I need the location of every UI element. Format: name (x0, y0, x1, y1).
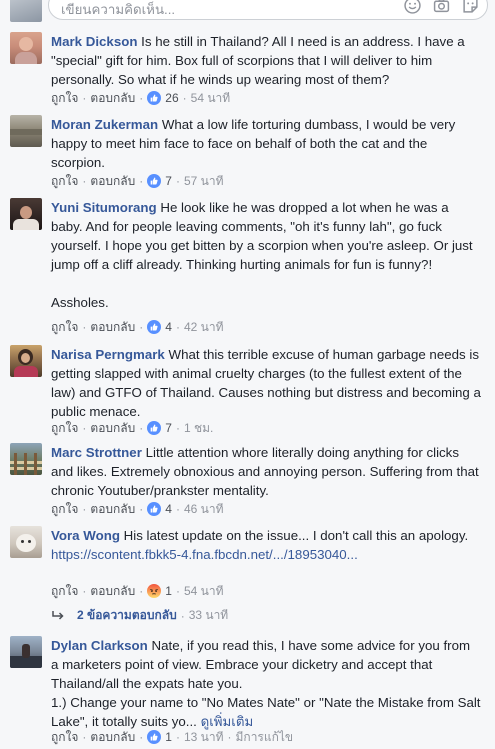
avatar[interactable] (10, 345, 42, 377)
reaction-summary[interactable]: 1 (147, 584, 172, 598)
comment-text: His latest update on the issue... I don'… (123, 528, 469, 543)
like-link[interactable]: ถูกใจ (51, 728, 78, 747)
reply-link[interactable]: ตอบกลับ (90, 728, 135, 747)
avatar[interactable] (10, 198, 42, 230)
comment-author[interactable]: Dylan Clarkson (51, 638, 148, 653)
reaction-summary[interactable]: 4 (147, 320, 172, 334)
like-link[interactable]: ถูกใจ (51, 582, 78, 601)
comment-actions: ถูกใจ · ตอบกลับ · 4 · 42 นาที (51, 318, 224, 336)
reaction-count: 1 (165, 584, 172, 598)
comment-body: Marc Strottner Little attention whore li… (51, 443, 481, 500)
like-link[interactable]: ถูกใจ (51, 318, 78, 337)
like-reaction-icon (147, 502, 162, 516)
avatar[interactable] (10, 115, 42, 147)
avatar[interactable] (10, 526, 42, 558)
comment-actions: ถูกใจ · ตอบกลับ · 26 · 54 นาที (51, 89, 230, 107)
edited-label[interactable]: มีการแก้ไข (236, 728, 294, 747)
avatar[interactable] (10, 32, 42, 64)
composer-icon-group (404, 0, 479, 14)
reaction-summary[interactable]: 1 (147, 730, 172, 744)
like-link[interactable]: ถูกใจ (51, 419, 78, 438)
reaction-count: 26 (165, 91, 179, 105)
comment-actions: ถูกใจ · ตอบกลับ · 1 · 13 นาที · มีการแก้ไข (51, 728, 293, 746)
replies-count-label[interactable]: 2 ข้อความตอบกลับ (77, 606, 177, 625)
comment-author[interactable]: Yuni Situmorang (51, 200, 157, 215)
comment-body: Dylan Clarkson Nate, if you read this, I… (51, 636, 481, 731)
comment-body: Vora Wong His latest update on the issue… (51, 526, 481, 564)
reaction-count: 7 (165, 174, 172, 188)
reaction-summary[interactable]: 26 (147, 91, 179, 105)
comment-author[interactable]: Mark Dickson (51, 34, 137, 49)
comment-author[interactable]: Vora Wong (51, 528, 120, 543)
attached-link[interactable]: https://scontent.fbkk5-4.fna.fbcdn.net/.… (51, 545, 481, 564)
timestamp[interactable]: 13 นาที (184, 728, 224, 747)
sticker-icon[interactable] (462, 0, 479, 14)
timestamp[interactable]: 1 ชม. (184, 419, 213, 438)
timestamp[interactable]: 57 นาที (184, 172, 224, 191)
reply-link[interactable]: ตอบกลับ (90, 419, 135, 438)
angry-reaction-icon (147, 584, 162, 598)
comment-author[interactable]: Moran Zukerman (51, 117, 158, 132)
like-reaction-icon (147, 91, 162, 105)
like-link[interactable]: ถูกใจ (51, 172, 78, 191)
comment-actions: ถูกใจ · ตอบกลับ · 7 · 57 นาที (51, 172, 224, 190)
comment-actions: ถูกใจ · ตอบกลับ · 4 · 46 นาที (51, 500, 224, 518)
comment-author[interactable]: Marc Strottner (51, 445, 142, 460)
reply-link[interactable]: ตอบกลับ (90, 582, 135, 601)
timestamp[interactable]: 46 นาที (184, 500, 224, 519)
comment-text-line: Assholes. (51, 295, 109, 310)
comment-actions: ถูกใจ · ตอบกลับ · 7 · 1 ชม. (51, 419, 213, 437)
reply-link[interactable]: ตอบกลับ (90, 89, 135, 108)
comment-body: Yuni Situmorang He look like he was drop… (51, 198, 481, 312)
timestamp[interactable]: 54 นาที (191, 89, 231, 108)
like-reaction-icon (147, 320, 162, 334)
replies-timestamp: 33 นาที (188, 608, 229, 622)
reaction-summary[interactable]: 7 (147, 421, 172, 435)
reaction-count: 4 (165, 502, 172, 516)
reaction-summary[interactable]: 4 (147, 502, 172, 516)
comment-input[interactable] (61, 0, 361, 18)
current-user-avatar (10, 0, 42, 22)
avatar[interactable] (10, 443, 42, 475)
like-reaction-icon (147, 421, 162, 435)
camera-icon[interactable] (433, 0, 450, 14)
like-reaction-icon (147, 174, 162, 188)
comment-body: Moran Zukerman What a low life torturing… (51, 115, 481, 172)
view-replies-link[interactable]: 2 ข้อความตอบกลับ · 33 นาที (51, 606, 228, 625)
comment-actions: ถูกใจ · ตอบกลับ · 1 · 54 นาที (51, 582, 224, 600)
comment-body: Mark Dickson Is he still in Thailand? Al… (51, 32, 481, 89)
avatar[interactable] (10, 636, 42, 668)
reaction-summary[interactable]: 7 (147, 174, 172, 188)
reply-link[interactable]: ตอบกลับ (90, 172, 135, 191)
comment-text-line: 1.) Change your name to "No Mates Nate" … (51, 695, 481, 729)
reaction-count: 4 (165, 320, 172, 334)
reply-link[interactable]: ตอบกลับ (90, 318, 135, 337)
reply-link[interactable]: ตอบกลับ (90, 500, 135, 519)
reaction-count: 1 (165, 730, 172, 744)
like-link[interactable]: ถูกใจ (51, 89, 78, 108)
timestamp[interactable]: 54 นาที (184, 582, 224, 601)
emoji-icon[interactable] (404, 0, 421, 14)
like-reaction-icon (147, 730, 162, 744)
comment-author[interactable]: Narisa Perngmark (51, 347, 165, 362)
like-link[interactable]: ถูกใจ (51, 500, 78, 519)
timestamp[interactable]: 42 นาที (184, 318, 224, 337)
comment-body: Narisa Perngmark What this terrible excu… (51, 345, 481, 421)
reply-arrow-icon (52, 610, 64, 620)
comment-composer (0, 0, 495, 22)
comment-input-box[interactable] (48, 0, 488, 20)
comment-thread: Mark Dickson Is he still in Thailand? Al… (0, 0, 495, 749)
reaction-count: 7 (165, 421, 172, 435)
